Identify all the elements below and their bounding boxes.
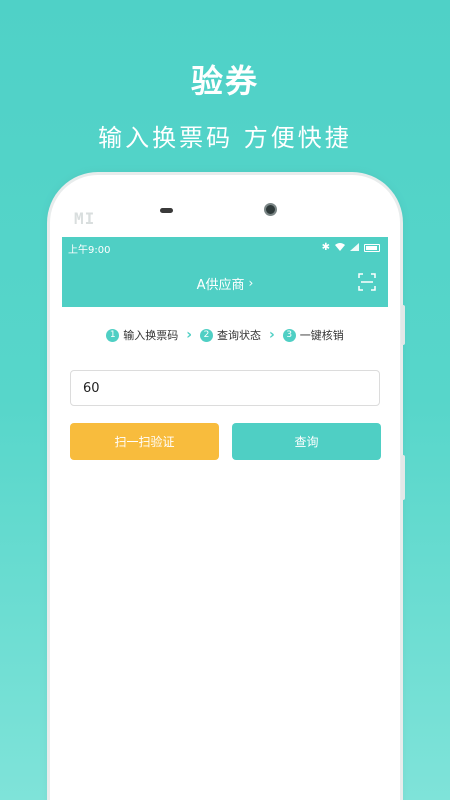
chevron-right-icon: ›: [269, 327, 275, 343]
status-time: 上午9:00: [68, 244, 111, 256]
process-steps: 1 输入换票码 › 2 查询状态 › 3 一键核销: [62, 315, 388, 355]
supplier-name: A供应商: [196, 277, 245, 293]
scan-verify-button[interactable]: 扫一扫验证: [70, 423, 219, 460]
step-number: 1: [106, 328, 120, 342]
promo-subtitle: 输入换票码 方便快捷: [98, 124, 352, 152]
step-number: 3: [282, 328, 296, 342]
step-2: 2 查询状态: [200, 327, 261, 343]
app-screen: 上午9:00 ✱ A供应商 › 1 输入换票码 › 2 查询状态 › 3 一键核…: [62, 237, 388, 800]
supplier-selector[interactable]: A供应商 ›: [197, 274, 254, 293]
step-label: 输入换票码: [123, 329, 179, 342]
phone-camera: [264, 203, 277, 216]
phone-volume-button: [401, 305, 405, 345]
ticket-code-input[interactable]: [70, 370, 380, 406]
step-1: 1 输入换票码: [106, 327, 178, 343]
promo-title: 验券: [190, 62, 259, 100]
status-icons: ✱: [321, 242, 380, 254]
phone-speaker: [160, 208, 173, 213]
step-3: 3 一键核销: [282, 327, 344, 343]
scan-frame-icon[interactable]: [358, 273, 376, 291]
bluetooth-icon: ✱: [321, 242, 330, 253]
wifi-icon: [335, 242, 345, 254]
phone-mockup: MI 上午9:00 ✱ A供应商 › 1 输入换票码 › 2 查询状态 › 3 …: [50, 175, 405, 800]
phone-power-button: [401, 455, 405, 500]
query-button[interactable]: 查询: [232, 423, 381, 460]
status-bar: 上午9:00 ✱: [62, 237, 388, 259]
brand-logo: MI: [74, 209, 96, 228]
battery-icon: [364, 244, 380, 252]
signal-icon: [350, 242, 359, 254]
step-number: 2: [200, 328, 213, 342]
chevron-right-icon: ›: [248, 276, 254, 290]
app-header: A供应商 ›: [62, 259, 388, 307]
chevron-right-icon: ›: [186, 327, 192, 343]
step-label: 一键核销: [299, 329, 344, 342]
action-buttons: 扫一扫验证 查询: [70, 423, 388, 460]
step-label: 查询状态: [217, 329, 261, 342]
